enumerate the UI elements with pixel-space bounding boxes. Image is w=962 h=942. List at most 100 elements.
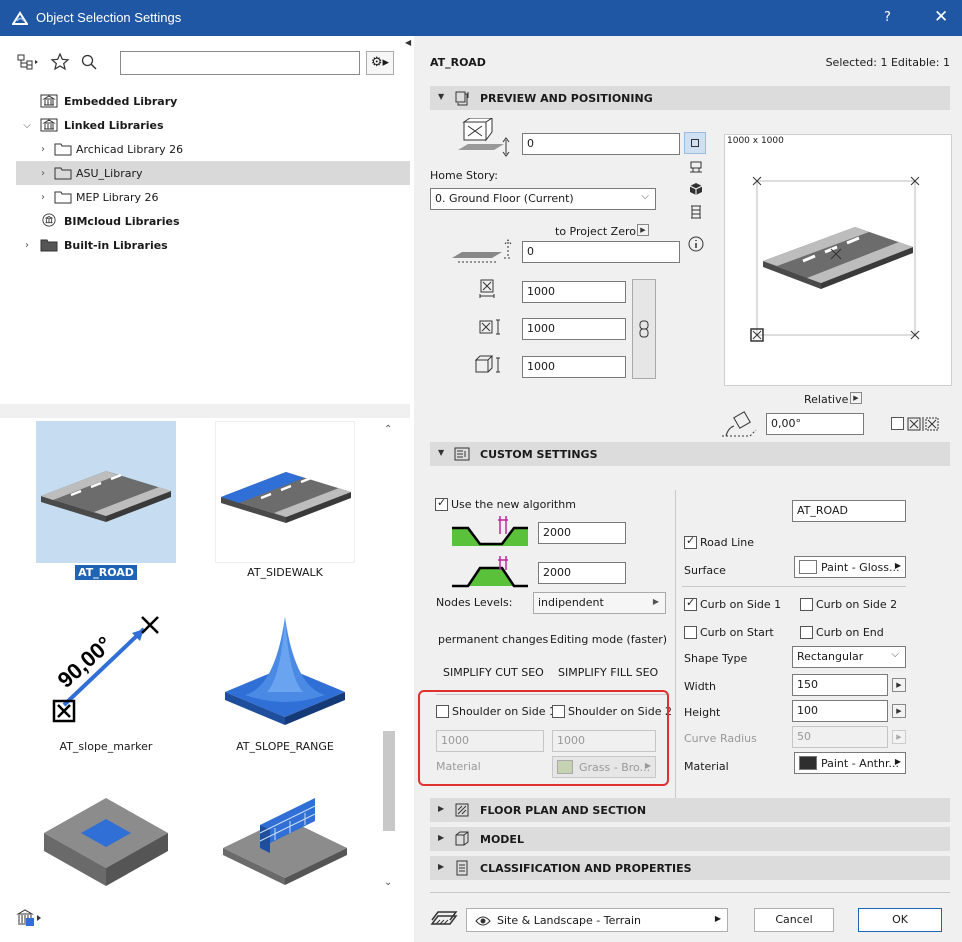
permanent-changes-button[interactable]: permanent changes (438, 633, 548, 646)
project-zero-arrow-button[interactable]: ▶ (637, 224, 649, 236)
depth-input[interactable]: 1000 (522, 318, 626, 340)
ok-button[interactable]: OK (858, 908, 942, 932)
scroll-up-icon[interactable]: ⌃ (384, 424, 392, 435)
angle-input[interactable]: 0,00° (766, 413, 864, 435)
elevation-input[interactable]: 0 (522, 133, 680, 155)
chevron-right-icon[interactable]: › (38, 168, 48, 179)
name-input[interactable]: AT_ROAD (792, 500, 906, 522)
curb-end-checkbox[interactable] (800, 626, 813, 639)
model-icon (455, 831, 469, 846)
nodes-levels-dropdown[interactable]: indipendent ▶ (533, 592, 666, 614)
curb-material-label: Material (684, 760, 729, 773)
curb-material-button[interactable]: Paint - Anthr... ▶ (794, 752, 906, 774)
chevron-right-icon[interactable]: › (22, 240, 32, 251)
width-icon (479, 279, 495, 298)
gallery-tile-at-sidewalk[interactable] (215, 421, 355, 563)
library-manager-icon[interactable] (16, 908, 46, 928)
width-input[interactable]: 1000 (522, 281, 626, 303)
cut-input[interactable]: 2000 (538, 522, 626, 544)
gallery-tile-at-road[interactable] (36, 421, 176, 563)
star-icon[interactable] (50, 52, 70, 72)
mirror-icon (907, 417, 939, 431)
tree-item-archicad-library[interactable]: › Archicad Library 26 (16, 137, 410, 161)
section-custom-settings[interactable]: ▼ CUSTOM SETTINGS (430, 442, 950, 466)
window-title: Object Selection Settings (36, 10, 182, 25)
curb-material-value: Paint - Anthr... (821, 757, 899, 770)
road-line-checkbox[interactable] (684, 534, 697, 549)
to-project-zero-label: to Project Zero (555, 225, 636, 238)
object-preview[interactable]: 1000 x 1000 (724, 134, 952, 386)
curb-width-input[interactable]: 150 (792, 674, 888, 696)
relative-arrow-button[interactable]: ▶ (850, 392, 862, 404)
tree-item-label: BIMcloud Libraries (64, 214, 180, 228)
fill-input[interactable]: 2000 (538, 562, 626, 584)
shape-type-dropdown[interactable]: Rectangular ⌵ (792, 646, 906, 668)
pane-divider[interactable] (0, 404, 410, 418)
curb-side1-label: Curb on Side 1 (700, 598, 782, 611)
curve-radius-arrow-button[interactable]: ▶ (892, 730, 906, 744)
tree-item-label: Archicad Library 26 (76, 142, 184, 156)
section-classification[interactable]: ▶ CLASSIFICATION AND PROPERTIES (430, 856, 950, 880)
editing-mode-button[interactable]: Editing mode (faster) (550, 633, 667, 646)
curb-height-input[interactable]: 100 (792, 700, 888, 722)
tree-item-bimcloud[interactable]: BIMcloud Libraries (16, 209, 410, 233)
curb-height-arrow-button[interactable]: ▶ (892, 704, 906, 718)
object-name: AT_ROAD (430, 56, 486, 69)
gallery-tile-6[interactable] (215, 773, 355, 888)
gallery-tile-at-slope-marker[interactable]: 90,00° (36, 597, 176, 737)
tree-item-linked[interactable]: ⌵ Linked Libraries (16, 113, 410, 137)
preview-elevation-icon[interactable] (689, 204, 703, 220)
curb-width-arrow-button[interactable]: ▶ (892, 678, 906, 692)
tree-item-builtin[interactable]: › Built-in Libraries (16, 233, 410, 257)
archicad-logo-icon (12, 11, 28, 25)
section-title: PREVIEW AND POSITIONING (480, 92, 653, 105)
help-button[interactable]: ? (884, 10, 891, 25)
simplify-fill-button[interactable]: SIMPLIFY FILL SEO (558, 666, 658, 679)
search-icon[interactable] (80, 53, 98, 71)
gallery-label: AT_ROAD (36, 565, 176, 580)
curve-radius-input[interactable]: 50 (792, 726, 888, 748)
library-tree-icon[interactable] (16, 53, 42, 71)
chevron-down-icon[interactable]: ⌵ (22, 120, 32, 131)
mirror-checkbox[interactable] (891, 417, 904, 430)
lock-proportions-button[interactable] (632, 279, 656, 379)
curb-start-checkbox[interactable] (684, 626, 697, 639)
scroll-down-icon[interactable]: ⌄ (384, 877, 392, 888)
floor-plan-icon (455, 803, 469, 817)
triangle-right-icon: ▶ (438, 862, 445, 871)
gallery-tile-5[interactable] (36, 773, 176, 888)
close-button[interactable]: ✕ (934, 7, 948, 27)
collapse-left-icon[interactable]: ◀ (405, 38, 411, 47)
preview-section-icon[interactable] (689, 160, 703, 174)
section-floor-plan[interactable]: ▶ FLOOR PLAN AND SECTION (430, 798, 950, 822)
section-preview-positioning[interactable]: ▼ PREVIEW AND POSITIONING (430, 86, 950, 110)
rotation-angle-icon (722, 411, 757, 437)
curb-side1-checkbox[interactable] (684, 596, 697, 611)
sidewalk-thumbnail-icon (221, 472, 351, 523)
section-title: CLASSIFICATION AND PROPERTIES (480, 862, 692, 875)
tree-item-embedded[interactable]: Embedded Library (16, 89, 410, 113)
library-settings-button[interactable]: ⚙▸ (366, 51, 394, 75)
simplify-cut-button[interactable]: SIMPLIFY CUT SEO (443, 666, 544, 679)
height-input[interactable]: 1000 (522, 356, 626, 378)
surface-material-button[interactable]: Paint - Gloss... ▶ (794, 556, 906, 578)
project-zero-input[interactable]: 0 (522, 241, 680, 263)
section-model[interactable]: ▶ MODEL (430, 827, 950, 851)
shoulder-highlight (418, 690, 669, 786)
gallery-tile-at-slope-range[interactable] (215, 597, 355, 737)
layer-dropdown[interactable]: Site & Landscape - Terrain ▶ (466, 908, 728, 932)
cancel-button[interactable]: Cancel (754, 908, 834, 932)
curb-side2-checkbox[interactable] (800, 598, 813, 611)
home-story-dropdown[interactable]: 0. Ground Floor (Current) ⌵ (430, 188, 656, 210)
use-new-algorithm-checkbox[interactable] (435, 496, 448, 511)
nodes-levels-value: indipendent (538, 596, 604, 609)
search-input[interactable] (120, 51, 360, 75)
chevron-right-icon[interactable]: › (38, 144, 48, 155)
tree-item-asu-library[interactable]: › ASU_Library (16, 161, 410, 185)
preview-3d-icon[interactable] (689, 182, 703, 196)
chevron-right-icon[interactable]: › (38, 192, 48, 203)
tree-item-mep-library[interactable]: › MEP Library 26 (16, 185, 410, 209)
info-icon[interactable] (688, 236, 704, 252)
scroll-thumb[interactable] (383, 731, 395, 831)
preview-2d-button[interactable] (684, 132, 706, 154)
